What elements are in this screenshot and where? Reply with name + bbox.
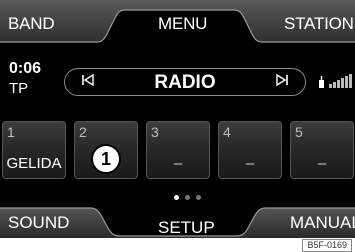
page-indicator <box>174 195 204 201</box>
antenna-icon <box>319 76 324 88</box>
preset-button-4[interactable]: 4 – <box>218 121 282 179</box>
bottom-bar: SOUND SETUP MANUAL <box>0 204 355 238</box>
preset-station-name: – <box>245 155 255 172</box>
clock-time: 0:06 <box>9 60 42 77</box>
preset-button-5[interactable]: 5 – <box>290 121 354 179</box>
preset-button-1[interactable]: 1 GELIDA <box>2 121 66 179</box>
stations-button[interactable]: STATIONS <box>284 14 355 34</box>
preset-number: 3 <box>151 124 159 140</box>
traffic-program-indicator: TP <box>9 80 29 97</box>
page-dot-active <box>174 195 179 200</box>
band-button[interactable]: BAND <box>8 14 55 34</box>
preset-number: 1 <box>7 124 15 140</box>
source-title: RADIO <box>154 72 216 93</box>
radio-screen: BAND MENU STATIONS 0:06 TP RADIO <box>0 0 355 238</box>
preset-station-name: – <box>173 155 183 172</box>
callout-marker: 1 <box>91 144 121 174</box>
preset-button-3[interactable]: 3 – <box>146 121 210 179</box>
setup-button[interactable]: SETUP <box>158 218 215 238</box>
preset-number: 5 <box>295 124 303 140</box>
page-dot <box>185 195 190 200</box>
preset-number: 2 <box>79 124 87 140</box>
sound-button[interactable]: SOUND <box>8 213 69 233</box>
preset-station-name: GELIDA <box>6 155 62 172</box>
page-dot <box>196 195 201 200</box>
signal-strength-icon <box>318 73 355 89</box>
source-bar: RADIO <box>64 68 306 96</box>
preset-number: 4 <box>223 124 231 140</box>
manual-button[interactable]: MANUAL <box>290 213 355 233</box>
seek-next-icon[interactable] <box>275 73 289 91</box>
menu-button[interactable]: MENU <box>158 14 207 34</box>
preset-list: 1 GELIDA 2 – 3 – 4 – 5 – <box>2 121 355 179</box>
top-bar: BAND MENU STATIONS <box>0 0 355 46</box>
figure-code: B5F-0169 <box>302 239 352 252</box>
preset-station-name: – <box>317 155 327 172</box>
